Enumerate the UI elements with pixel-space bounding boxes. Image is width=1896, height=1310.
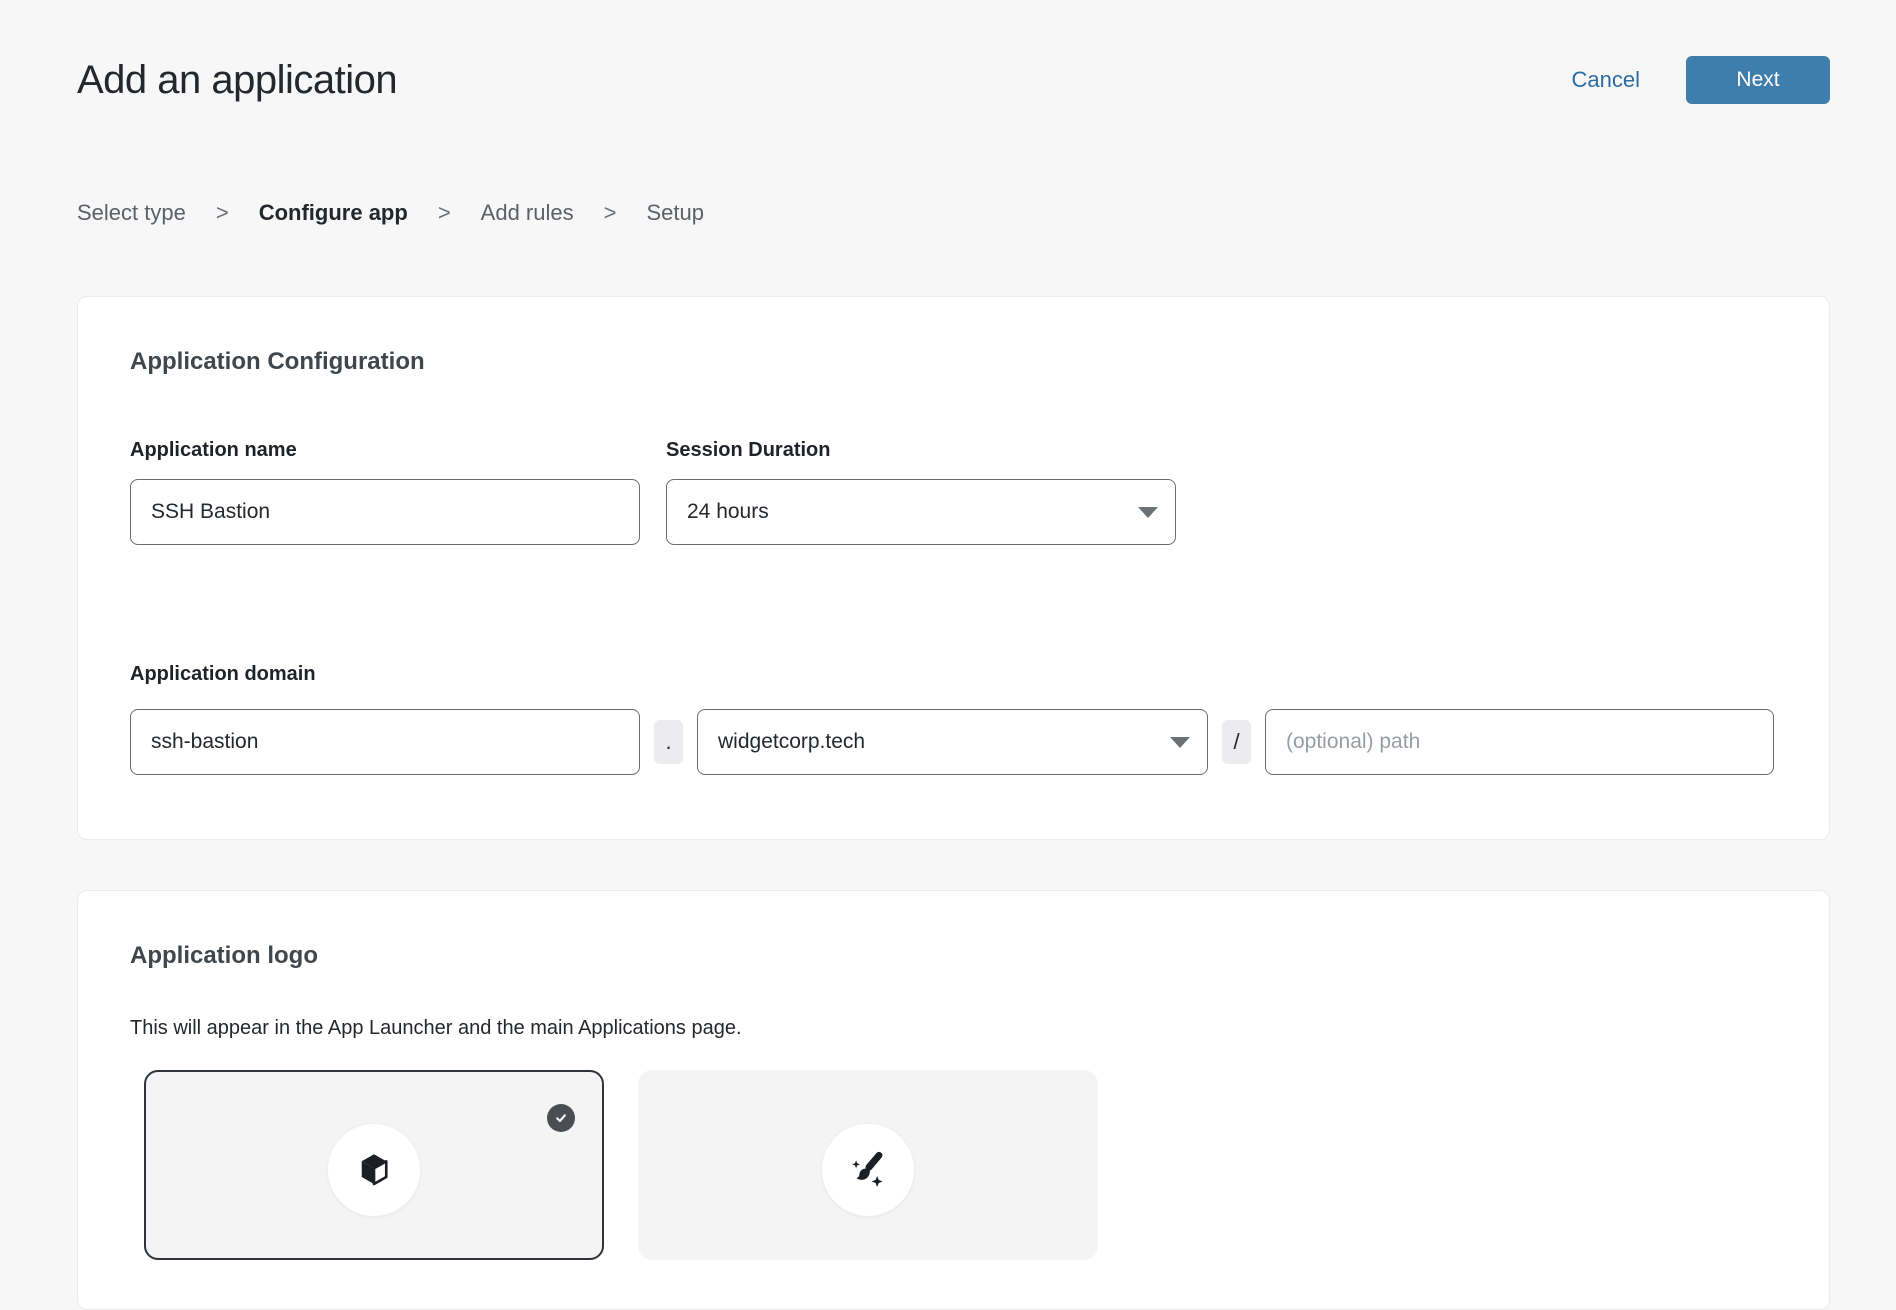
application-name-input[interactable]: [130, 479, 640, 545]
domain-select[interactable]: widgetcorp.tech: [697, 709, 1208, 775]
session-duration-select[interactable]: 24 hours: [666, 479, 1176, 545]
application-configuration-heading: Application Configuration: [130, 347, 1777, 377]
next-button[interactable]: Next: [1686, 56, 1830, 104]
application-configuration-card: Application Configuration Application na…: [77, 296, 1830, 840]
dot-separator: .: [654, 720, 683, 764]
logo-option-default[interactable]: [144, 1070, 604, 1260]
check-icon: [553, 1110, 569, 1126]
path-input[interactable]: [1265, 709, 1774, 775]
name-session-row: Application name Session Duration 24 hou…: [130, 437, 1777, 545]
chevron-down-icon: [1138, 507, 1158, 518]
application-name-label: Application name: [130, 437, 640, 463]
step-select-type[interactable]: Select type: [77, 200, 186, 226]
cube-icon: [353, 1149, 395, 1191]
header-actions: Cancel Next: [1572, 56, 1830, 104]
application-domain-field-group: Application domain: [130, 661, 1777, 687]
domain-value: widgetcorp.tech: [718, 730, 865, 754]
page-container: Add an application Cancel Next Select ty…: [77, 0, 1830, 1310]
page-title: Add an application: [77, 58, 397, 103]
chevron-down-icon: [1170, 737, 1190, 748]
subdomain-input[interactable]: [130, 709, 640, 775]
session-duration-value: 24 hours: [687, 500, 769, 524]
breadcrumb-separator: >: [438, 200, 451, 226]
logo-options: [144, 1070, 1777, 1260]
breadcrumb: Select type > Configure app > Add rules …: [77, 200, 1830, 226]
page-header: Add an application Cancel Next: [77, 0, 1830, 104]
breadcrumb-separator: >: [216, 200, 229, 226]
breadcrumb-separator: >: [604, 200, 617, 226]
application-domain-row: . widgetcorp.tech /: [130, 709, 1777, 775]
application-domain-label: Application domain: [130, 661, 1777, 687]
application-logo-description: This will appear in the App Launcher and…: [130, 1017, 1777, 1040]
paintbrush-icon: [846, 1148, 890, 1192]
session-duration-label: Session Duration: [666, 437, 1176, 463]
application-name-field-group: Application name: [130, 437, 640, 545]
session-duration-field-group: Session Duration 24 hours: [666, 437, 1176, 545]
application-logo-heading: Application logo: [130, 941, 1777, 971]
selected-check-badge: [547, 1104, 575, 1132]
default-logo-circle: [328, 1124, 420, 1216]
cancel-button[interactable]: Cancel: [1572, 67, 1640, 93]
logo-option-custom[interactable]: [638, 1070, 1098, 1260]
custom-logo-circle: [822, 1124, 914, 1216]
slash-separator: /: [1222, 720, 1251, 764]
step-configure-app[interactable]: Configure app: [259, 200, 408, 226]
application-logo-card: Application logo This will appear in the…: [77, 890, 1830, 1310]
step-setup[interactable]: Setup: [646, 200, 704, 226]
step-add-rules[interactable]: Add rules: [481, 200, 574, 226]
